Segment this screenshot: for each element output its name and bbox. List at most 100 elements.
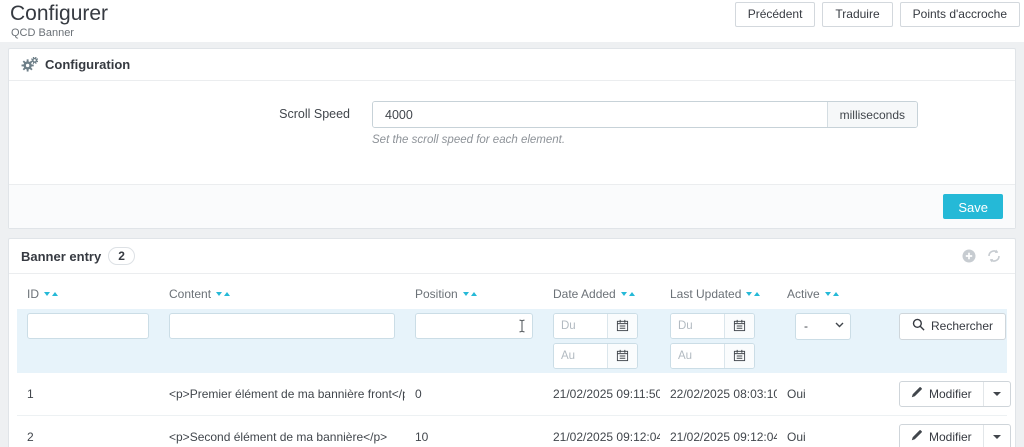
sort-asc-icon[interactable] (832, 291, 839, 296)
table-row: 2 <p>Second élément de ma bannière</p> 1… (17, 415, 1011, 447)
configuration-form: Scroll Speed milliseconds Set the scroll… (9, 81, 1015, 184)
header-action-button[interactable]: Points d'accroche (899, 2, 1020, 27)
column-header[interactable]: ID (17, 274, 159, 309)
calendar-icon (616, 320, 629, 335)
last-updated-to-calendar-button[interactable] (724, 343, 754, 368)
table-row: 1 <p>Premier élément de ma bannière fron… (17, 372, 1011, 416)
date-added-to-calendar-button[interactable] (607, 343, 637, 368)
sort-asc-icon[interactable] (224, 291, 231, 296)
header-action-button[interactable]: Précédent (734, 2, 816, 27)
cell-id: 1 (17, 372, 159, 416)
column-header[interactable]: Position (405, 274, 543, 309)
page-header: Configurer QCD Banner Précédent Traduire… (0, 0, 1024, 42)
sort-desc-icon[interactable] (44, 291, 50, 296)
entry-count-badge: 2 (108, 247, 135, 265)
cell-position: 10 (405, 415, 543, 447)
sort-desc-icon[interactable] (462, 291, 469, 296)
column-label: Position (415, 286, 458, 301)
sort-asc-icon[interactable] (754, 291, 761, 296)
filter-content-input[interactable] (169, 312, 395, 339)
sort-icons (462, 291, 477, 296)
filter-position-input[interactable] (415, 312, 533, 339)
configuration-panel: Configuration Scroll Speed milliseconds … (8, 48, 1016, 229)
search-button[interactable]: Rechercher (899, 312, 1007, 340)
caret-down-icon (992, 434, 1001, 439)
banner-entry-heading: Banner entry 2 (9, 239, 1015, 274)
sort-icons (746, 291, 761, 296)
sort-asc-icon[interactable] (628, 291, 635, 296)
column-header[interactable]: Last Updated (660, 274, 777, 309)
header-action-button[interactable]: Traduire (822, 2, 893, 27)
cogs-icon (21, 56, 39, 72)
column-label: ID (27, 286, 39, 301)
cell-active: Oui (777, 372, 889, 416)
modify-button-label: Modifier (929, 429, 972, 444)
header-actions: Précédent Traduire Points d'accroche (734, 2, 1020, 27)
column-header[interactable]: Date Added (543, 274, 660, 309)
search-icon (912, 318, 925, 334)
banner-entries-table: ID Content Position Date Added Last Upda… (17, 274, 1011, 447)
scroll-speed-label: Scroll Speed (279, 107, 350, 121)
calendar-icon (616, 350, 629, 365)
column-header[interactable] (889, 274, 1007, 309)
filter-active-select[interactable]: - (795, 312, 851, 340)
refresh-list-button[interactable] (985, 249, 1003, 263)
column-header[interactable]: Content (159, 274, 405, 309)
modify-dropdown-toggle[interactable] (982, 381, 1010, 406)
banner-entry-title: Banner entry (21, 248, 102, 264)
save-button[interactable]: Save (943, 194, 1003, 219)
filter-date-added-to-input[interactable] (554, 343, 607, 368)
modify-dropdown-toggle[interactable] (982, 424, 1010, 447)
sort-desc-icon[interactable] (746, 291, 753, 296)
cell-content: <p>Premier élément de ma bannière front<… (159, 372, 405, 416)
table-header-row: ID Content Position Date Added Last Upda… (17, 274, 1007, 309)
sort-icons (824, 291, 839, 296)
cell-id: 2 (17, 415, 159, 447)
filter-last-updated-from-group (670, 312, 755, 339)
pencil-icon (911, 429, 923, 444)
last-updated-from-calendar-button[interactable] (724, 313, 754, 338)
sort-icons (216, 291, 231, 296)
cell-content: <p>Second élément de ma bannière</p> (159, 415, 405, 447)
pencil-icon (911, 386, 923, 401)
scroll-speed-input-group: milliseconds (372, 101, 918, 128)
filter-date-added-from-input[interactable] (554, 313, 607, 338)
filter-last-updated-to-input[interactable] (671, 343, 724, 368)
cell-date-added: 21/02/2025 09:11:50 (543, 372, 660, 416)
sort-asc-icon[interactable] (470, 291, 477, 296)
cell-last-updated: 22/02/2025 08:03:10 (660, 372, 777, 416)
modify-button[interactable]: Modifier (899, 423, 1011, 447)
column-label: Last Updated (670, 286, 742, 301)
filter-row: - (17, 308, 1007, 373)
sort-desc-icon[interactable] (620, 291, 627, 296)
filter-date-added-from-group (553, 312, 638, 339)
column-label: Content (169, 286, 212, 301)
date-added-from-calendar-button[interactable] (607, 313, 637, 338)
calendar-icon (733, 350, 746, 365)
filter-last-updated-from-input[interactable] (671, 313, 724, 338)
sort-asc-icon[interactable] (52, 291, 58, 296)
configuration-panel-heading: Configuration (9, 49, 1015, 81)
text-cursor-icon (518, 319, 526, 333)
sort-icons (620, 291, 635, 296)
page-subtitle: QCD Banner (11, 27, 74, 39)
cell-active: Oui (777, 415, 889, 447)
filter-id-input[interactable] (27, 312, 149, 339)
banner-entry-panel: Banner entry 2 ID Content Position Date … (8, 238, 1016, 447)
caret-down-icon (992, 391, 1001, 396)
modify-button-main[interactable]: Modifier (900, 382, 983, 406)
add-entry-button[interactable] (960, 249, 978, 263)
sort-desc-icon[interactable] (216, 291, 223, 296)
modify-button-main[interactable]: Modifier (900, 425, 983, 447)
scroll-speed-help: Set the scroll speed for each element. (372, 134, 566, 146)
scroll-speed-input[interactable] (373, 102, 827, 127)
configuration-panel-footer: Save (9, 184, 1015, 228)
filter-date-added-to-group (553, 342, 638, 369)
calendar-icon (733, 320, 746, 335)
table-body: 1 <p>Premier élément de ma bannière fron… (17, 372, 1011, 447)
modify-button[interactable]: Modifier (899, 380, 1011, 407)
scroll-speed-unit: milliseconds (826, 102, 917, 127)
column-header[interactable]: Active (777, 274, 889, 309)
cell-date-added: 21/02/2025 09:12:04 (543, 415, 660, 447)
sort-desc-icon[interactable] (824, 291, 831, 296)
